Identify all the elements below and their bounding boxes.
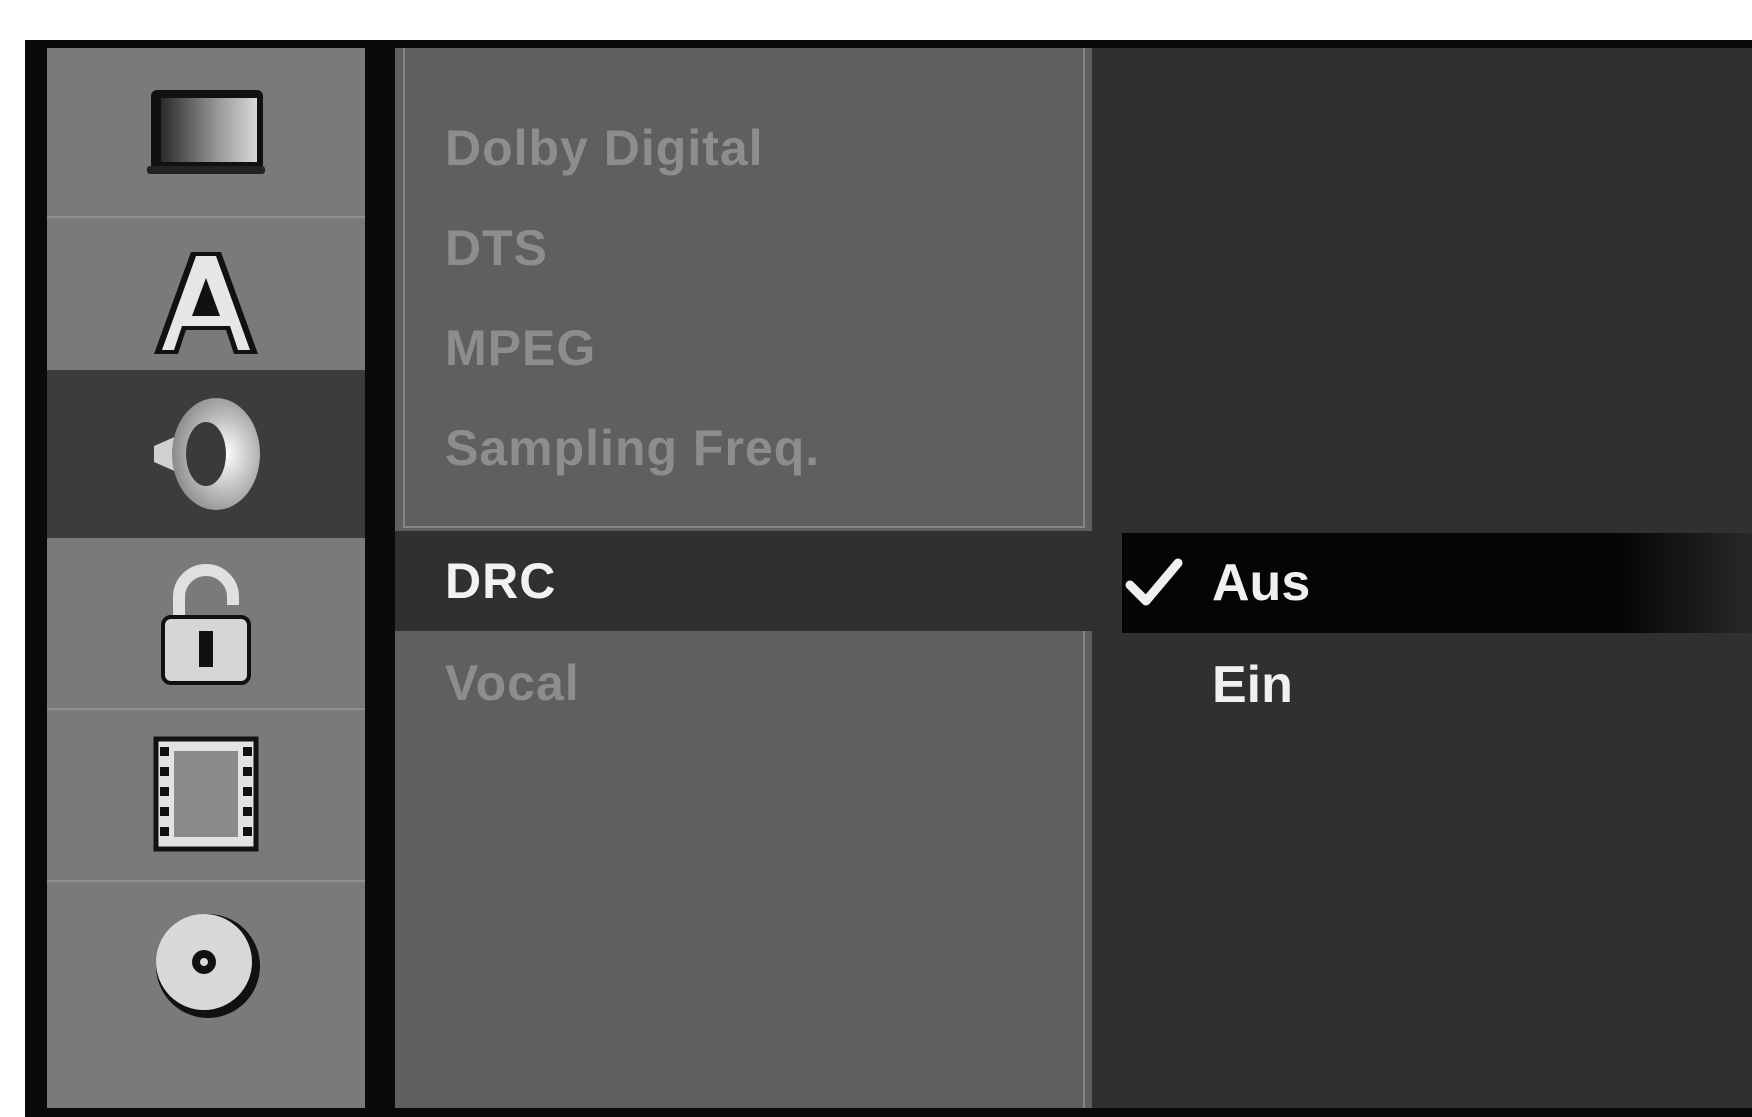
panel-divider xyxy=(365,48,395,1108)
option-label: Aus xyxy=(1212,554,1311,612)
menu-item-dolby-digital[interactable]: Dolby Digital xyxy=(395,98,1092,198)
sidebar-item-display[interactable] xyxy=(47,48,365,216)
sidebar-item-lock[interactable] xyxy=(47,540,365,708)
drc-options-panel: Aus Ein xyxy=(1092,48,1752,1108)
speaker-icon xyxy=(146,394,266,514)
sidebar-item-recording[interactable] xyxy=(47,710,365,878)
option-aus[interactable]: Aus xyxy=(1092,533,1752,633)
sidebar-item-disc[interactable] xyxy=(47,882,365,1050)
language-a-icon xyxy=(146,242,266,362)
menu-item-label: Vocal xyxy=(445,655,580,711)
menu-item-drc[interactable]: DRC xyxy=(395,531,1092,631)
menu-item-label: DTS xyxy=(445,220,548,276)
menu-item-label: Dolby Digital xyxy=(445,120,764,176)
sidebar-item-language[interactable] xyxy=(47,218,365,386)
menu-item-dts[interactable]: DTS xyxy=(395,198,1092,298)
menu-item-vocal[interactable]: Vocal xyxy=(395,633,1092,733)
lock-icon xyxy=(151,559,261,689)
menu-item-label: Sampling Freq. xyxy=(445,420,821,476)
disc-icon xyxy=(146,906,266,1026)
film-icon xyxy=(146,729,266,859)
menu-item-label: MPEG xyxy=(445,320,597,376)
menu-item-sampling-freq[interactable]: Sampling Freq. xyxy=(395,398,1092,498)
menu-item-label: DRC xyxy=(445,553,557,609)
setup-sidebar xyxy=(47,48,365,1108)
sidebar-item-audio[interactable] xyxy=(47,370,365,538)
monitor-icon xyxy=(141,82,271,182)
menu-item-mpeg[interactable]: MPEG xyxy=(395,298,1092,398)
option-label: Ein xyxy=(1212,656,1293,714)
option-ein[interactable]: Ein xyxy=(1092,635,1752,735)
checkmark-icon xyxy=(1124,553,1184,613)
audio-settings-menu: Dolby Digital DTS MPEG Sampling Freq. DR… xyxy=(395,48,1092,1108)
